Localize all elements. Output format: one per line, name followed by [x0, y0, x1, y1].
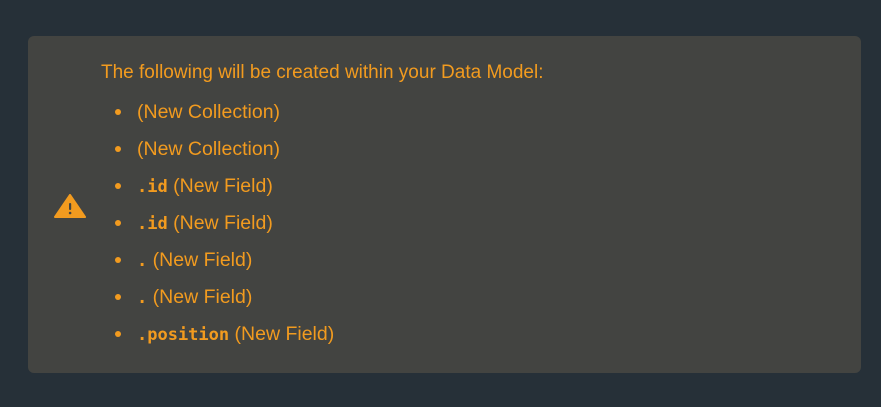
item-text: (New Field): [147, 249, 253, 271]
notice-content: The following will be created within you…: [101, 60, 841, 356]
item-text: (New Field): [147, 286, 253, 308]
bullet-icon: [115, 146, 121, 152]
data-model-warning-notice: The following will be created within you…: [28, 36, 861, 373]
bullet-icon: [115, 183, 121, 189]
item-text: (New Field): [167, 175, 273, 197]
bullet-icon: [115, 294, 121, 300]
list-item: .id (New Field): [101, 171, 841, 208]
list-item: .id (New Field): [101, 208, 841, 245]
item-code: .id: [137, 214, 168, 234]
new-items-list: (New Collection) (New Collection) .id (N…: [101, 97, 841, 356]
item-code: .: [137, 251, 148, 271]
warning-icon: [54, 194, 86, 218]
item-code: .: [137, 288, 148, 308]
item-code: .position: [137, 325, 230, 345]
list-item: .position (New Field): [101, 319, 841, 356]
bullet-icon: [115, 220, 121, 226]
bullet-icon: [115, 109, 121, 115]
list-item: (New Collection): [101, 134, 841, 171]
list-item: (New Collection): [101, 97, 841, 134]
item-code: .id: [137, 177, 168, 197]
item-text: (New Collection): [137, 101, 281, 123]
item-text: (New Field): [229, 323, 335, 345]
bullet-icon: [115, 331, 121, 337]
list-item: . (New Field): [101, 245, 841, 282]
item-text: (New Collection): [137, 138, 281, 160]
list-item: . (New Field): [101, 282, 841, 319]
bullet-icon: [115, 257, 121, 263]
item-text: (New Field): [167, 212, 273, 234]
notice-title: The following will be created within you…: [101, 62, 544, 83]
